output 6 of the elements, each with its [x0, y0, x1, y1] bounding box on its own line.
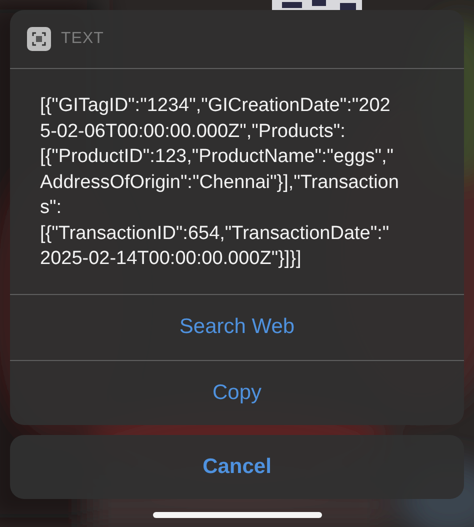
- action-button[interactable]: Search Web: [10, 294, 464, 360]
- qr-scanner-icon: [27, 27, 51, 51]
- cancel-button[interactable]: Cancel: [10, 434, 464, 498]
- action-button[interactable]: Copy: [10, 360, 464, 424]
- scanned-text: [{"GITagID":"1234","GICreationDate":"202 5-02-06T00:00:00.000Z","Products": [{"ProductID":123,"ProductName":"eggs"," AddressOfOrigin":"Chennai"}],"Transaction s": [{"TransactionID":654,"TransactionDate":" 2025-02-14T00:00:00.000Z"}]}]: [40, 94, 400, 271]
- header-label: TEXT: [61, 30, 104, 48]
